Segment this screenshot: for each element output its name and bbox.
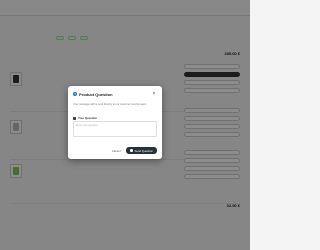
- send-question-button[interactable]: Send Question: [126, 147, 157, 154]
- dialog-description: Your message will be sent directly to ou…: [73, 103, 147, 106]
- product-question-dialog: ? Product Question × Your message will b…: [68, 86, 162, 159]
- dialog-title: Product Question: [79, 91, 113, 97]
- question-input[interactable]: [73, 121, 157, 137]
- question-label: Your Question: [78, 116, 98, 120]
- close-icon[interactable]: ×: [151, 91, 157, 97]
- question-label-row: Your Question: [73, 116, 97, 120]
- cancel-button[interactable]: Cancel: [108, 147, 124, 154]
- dialog-footer: Cancel Send Question: [108, 147, 157, 154]
- message-icon: [73, 116, 76, 120]
- send-icon: [130, 149, 133, 152]
- question-icon: ?: [73, 92, 77, 96]
- dialog-header: ? Product Question ×: [73, 91, 157, 97]
- send-question-label: Send Question: [134, 148, 153, 153]
